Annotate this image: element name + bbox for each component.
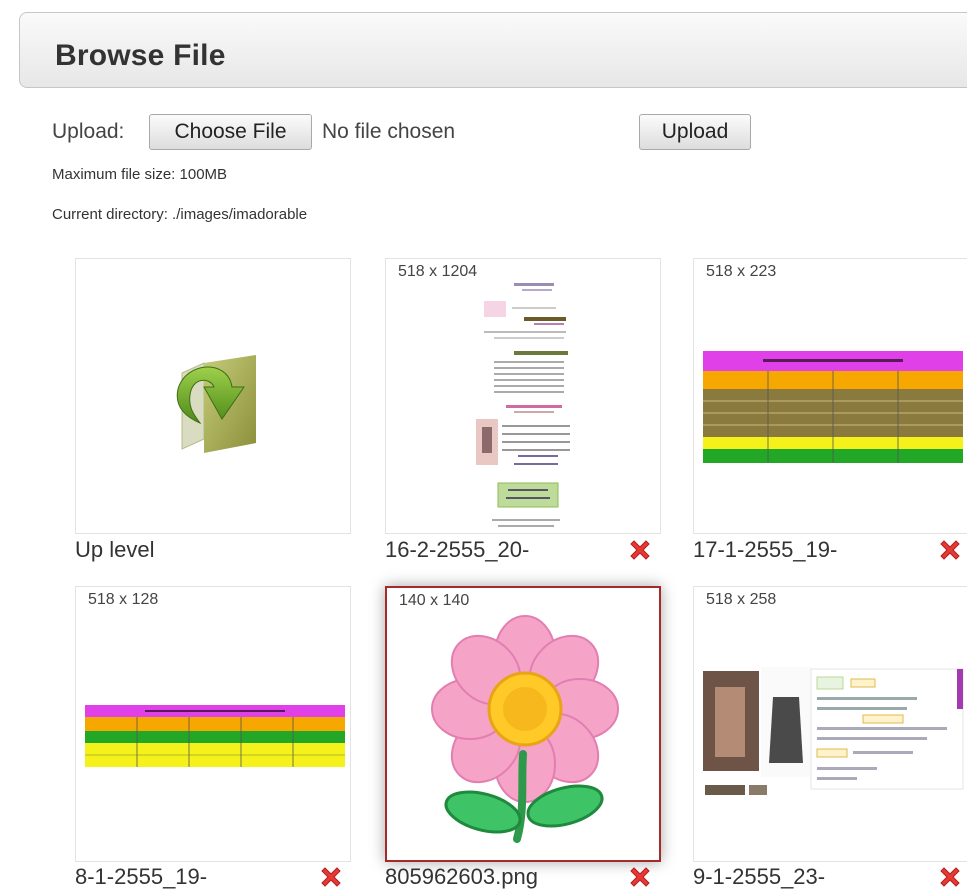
- flower-image: [431, 615, 619, 843]
- file-tile[interactable]: 518 x 258: [693, 586, 967, 862]
- delete-icon[interactable]: [627, 864, 653, 890]
- image-dimensions: 518 x 223: [703, 263, 780, 281]
- upload-label: Upload:: [52, 120, 125, 143]
- image-dimensions: 518 x 1204: [395, 263, 481, 281]
- file-tile[interactable]: 518 x 128: [75, 586, 351, 862]
- delete-icon[interactable]: [937, 537, 963, 563]
- choose-file-button[interactable]: Choose File: [149, 114, 312, 150]
- image-dimensions: 518 x 258: [703, 591, 780, 609]
- item-name[interactable]: 9-1-2555_23-: [693, 864, 825, 890]
- item-name[interactable]: 8-1-2555_19-: [75, 864, 207, 890]
- max-file-size-text: Maximum file size: 100MB: [52, 166, 228, 183]
- up-level-folder-icon: [176, 355, 256, 453]
- image-dimensions: 518 x 128: [85, 591, 162, 609]
- item-name[interactable]: Up level: [75, 537, 154, 563]
- item-name[interactable]: 16-2-2555_20-: [385, 537, 529, 563]
- image-dimensions: 140 x 140: [396, 592, 473, 610]
- delete-icon[interactable]: [318, 864, 344, 890]
- file-status-text: No file chosen: [322, 120, 456, 143]
- item-name[interactable]: 805962603.png: [385, 864, 538, 890]
- delete-icon[interactable]: [937, 864, 963, 890]
- table-preview-image: [85, 705, 345, 767]
- current-directory-text: Current directory: ./images/imadorable: [52, 206, 308, 223]
- up-level-tile[interactable]: [75, 258, 351, 534]
- browse-file-header: Browse File: [19, 12, 967, 88]
- product-screenshot-preview-image: [703, 667, 964, 795]
- item-name[interactable]: 17-1-2555_19-: [693, 537, 837, 563]
- file-tile[interactable]: 518 x 223: [693, 258, 967, 534]
- page-title: Browse File: [55, 39, 226, 72]
- file-tile[interactable]: 518 x 1204: [385, 258, 661, 534]
- table-preview-image: [703, 351, 963, 463]
- document-preview-image: [476, 283, 570, 527]
- file-tile-selected[interactable]: 140 x 140: [385, 586, 661, 862]
- delete-icon[interactable]: [627, 537, 653, 563]
- upload-button[interactable]: Upload: [639, 114, 751, 150]
